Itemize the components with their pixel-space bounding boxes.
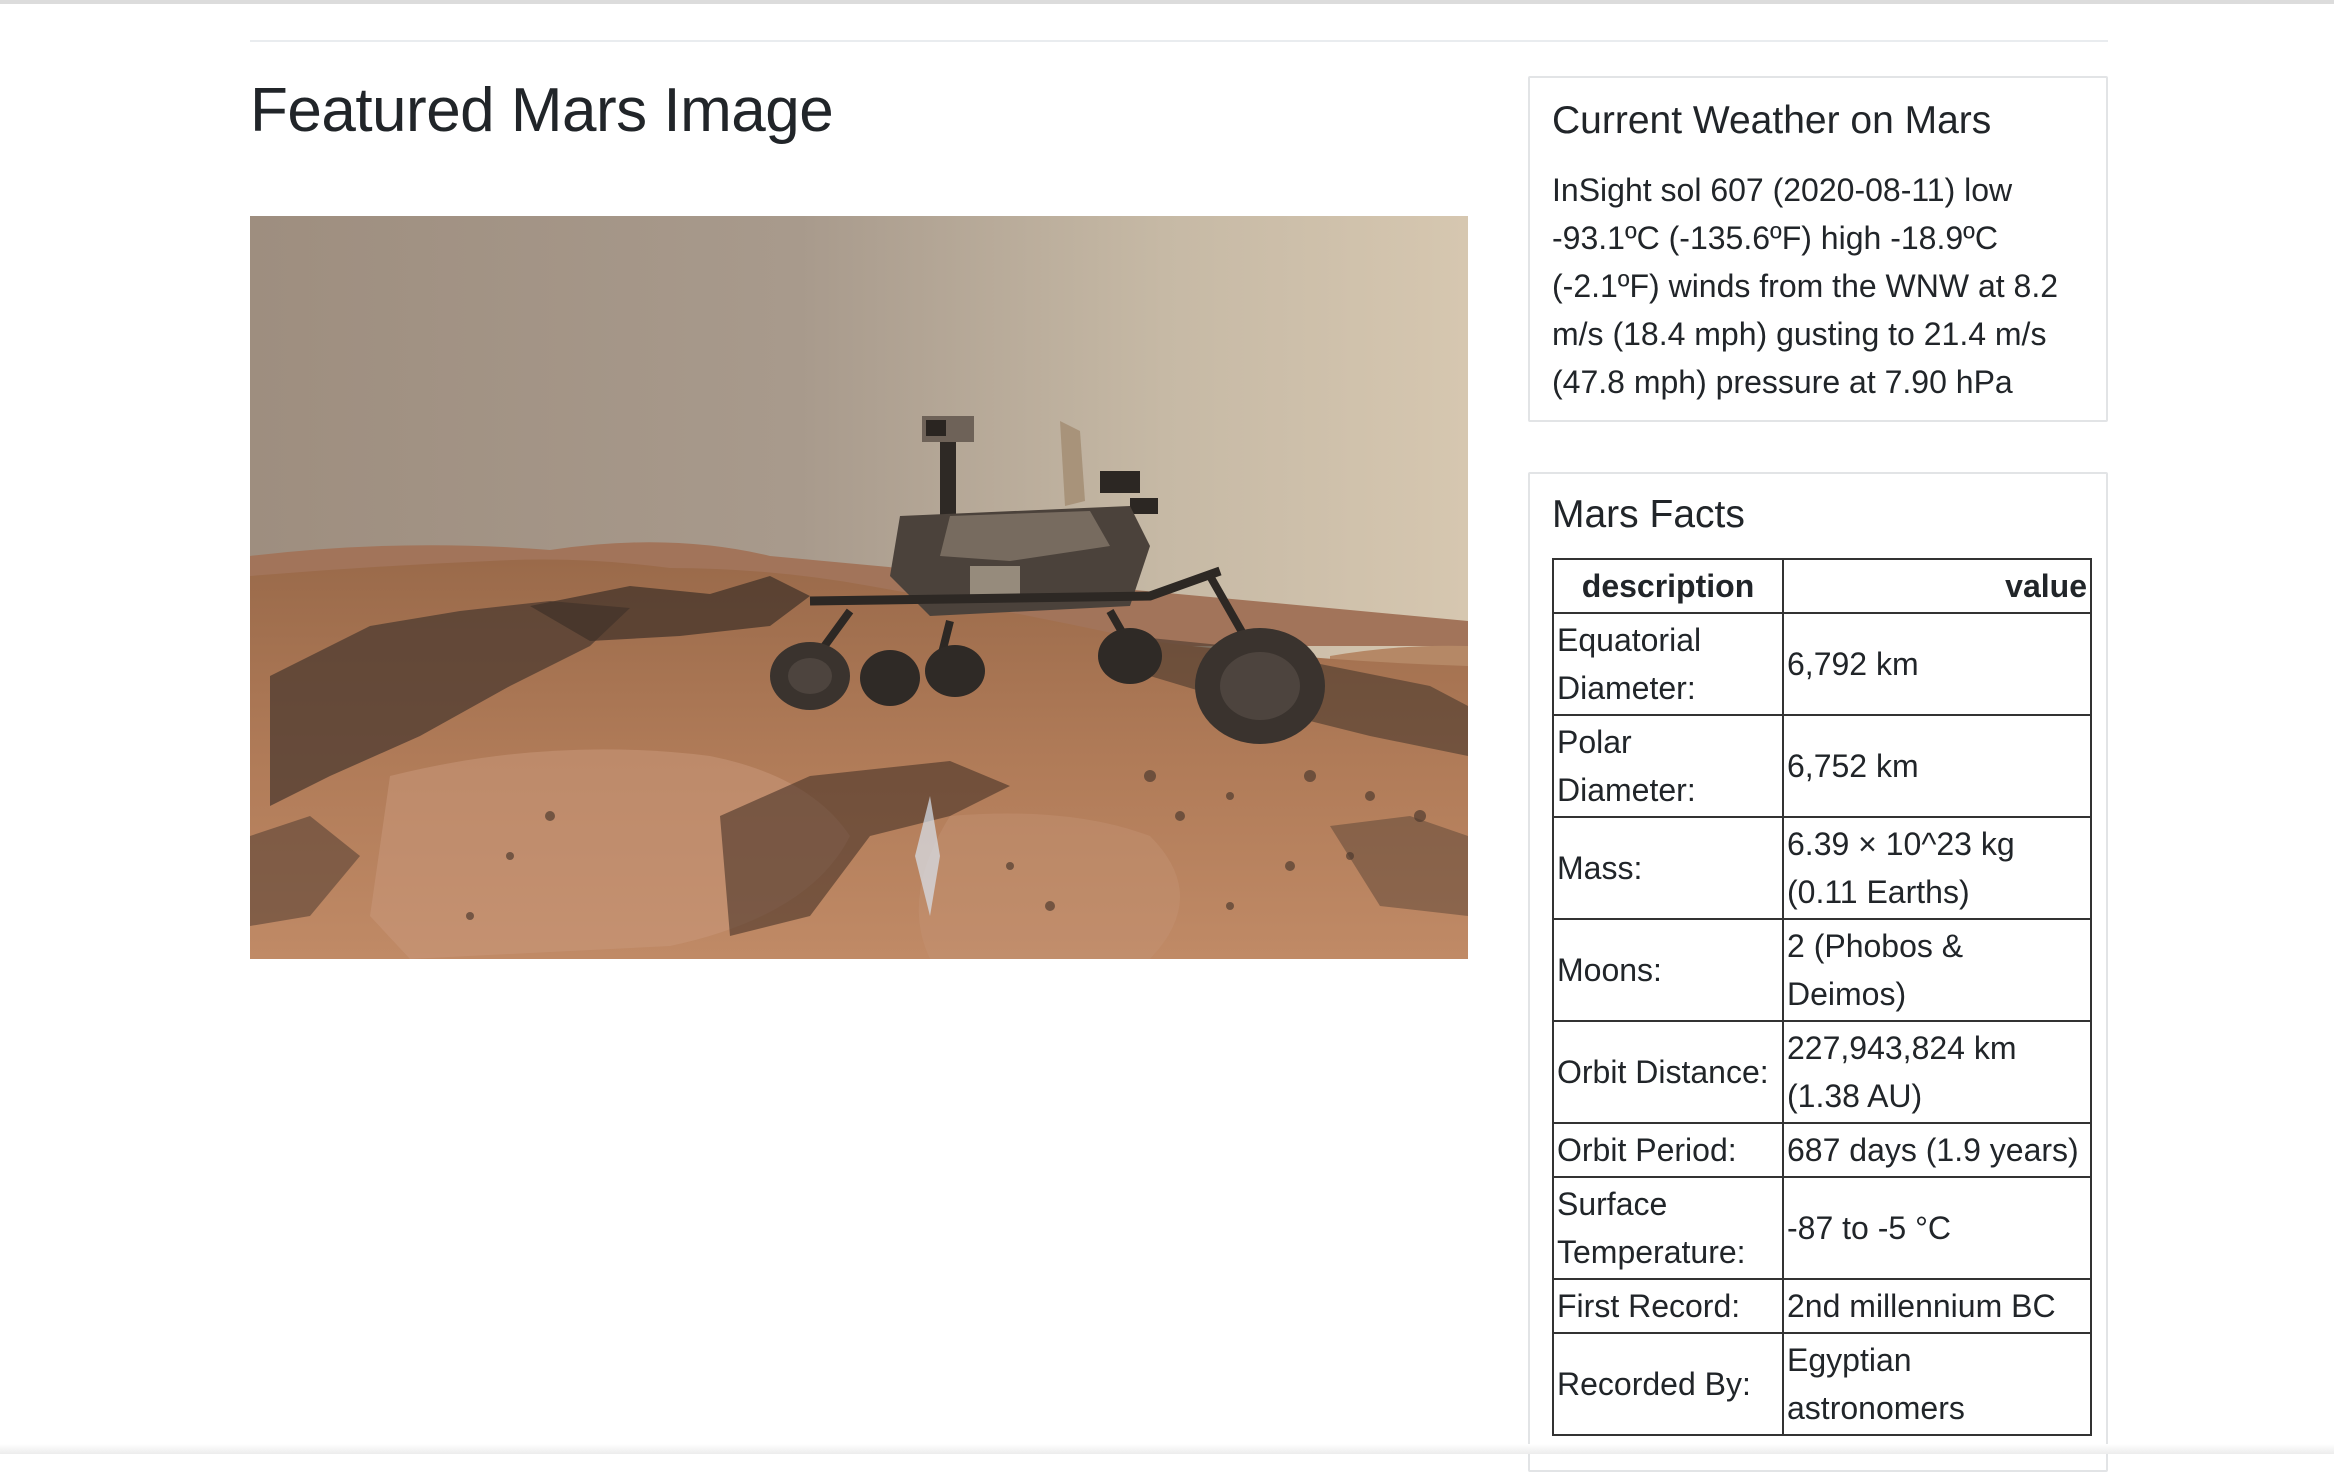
featured-mars-image: [250, 216, 1468, 959]
table-row: Orbit Distance: 227,943,824 km (1.38 AU): [1552, 1020, 2092, 1124]
fact-value: -87 to -5 °C: [1782, 1176, 2092, 1280]
fact-value: 687 days (1.9 years): [1782, 1122, 2092, 1178]
fact-description: Mass:: [1552, 816, 1784, 920]
fact-description: First Record:: [1552, 1278, 1784, 1334]
table-row: Mass: 6.39 × 10^23 kg (0.11 Earths): [1552, 816, 2092, 920]
fact-value: 6,792 km: [1782, 612, 2092, 716]
fact-description: Equatorial Diameter:: [1552, 612, 1784, 716]
table-row: Moons: 2 (Phobos & Deimos): [1552, 918, 2092, 1022]
fact-description: Recorded By:: [1552, 1332, 1784, 1436]
window-top-border: [0, 0, 2334, 4]
mars-facts-title: Mars Facts: [1552, 493, 1745, 536]
table-row: Surface Temperature: -87 to -5 °C: [1552, 1176, 2092, 1280]
fact-value: 6.39 × 10^23 kg (0.11 Earths): [1782, 816, 2092, 920]
table-header-row: description value: [1552, 558, 2092, 614]
mars-rover-illustration: [250, 416, 1468, 959]
fact-value: 2 (Phobos & Deimos): [1782, 918, 2092, 1022]
window-bottom-edge: [0, 1444, 2334, 1454]
fact-description: Orbit Distance:: [1552, 1020, 1784, 1124]
fact-value: 6,752 km: [1782, 714, 2092, 818]
table-row: Orbit Period: 687 days (1.9 years): [1552, 1122, 2092, 1178]
fact-value: 227,943,824 km (1.38 AU): [1782, 1020, 2092, 1124]
weather-title: Current Weather on Mars: [1552, 99, 1992, 142]
column-header-description: description: [1552, 558, 1784, 614]
fact-description: Moons:: [1552, 918, 1784, 1022]
table-row: Recorded By: Egyptian astronomers: [1552, 1332, 2092, 1436]
fact-description: Polar Diameter:: [1552, 714, 1784, 818]
weather-card: Current Weather on Mars InSight sol 607 …: [1528, 76, 2108, 422]
featured-image-title: Featured Mars Image: [250, 76, 834, 145]
table-row: Polar Diameter: 6,752 km: [1552, 714, 2092, 818]
table-row: Equatorial Diameter: 6,792 km: [1552, 612, 2092, 716]
mars-facts-card: Mars Facts description value Equatorial …: [1528, 472, 2108, 1472]
mars-facts-table: description value Equatorial Diameter: 6…: [1552, 558, 2092, 1436]
header-divider: [250, 40, 2108, 42]
fact-value: Egyptian astronomers: [1782, 1332, 2092, 1436]
weather-report: InSight sol 607 (2020-08-11) low -93.1ºC…: [1552, 172, 2059, 400]
fact-value: 2nd millennium BC: [1782, 1278, 2092, 1334]
table-row: First Record: 2nd millennium BC: [1552, 1278, 2092, 1334]
fact-description: Surface Temperature:: [1552, 1176, 1784, 1280]
fact-description: Orbit Period:: [1552, 1122, 1784, 1178]
column-header-value: value: [1782, 558, 2092, 614]
